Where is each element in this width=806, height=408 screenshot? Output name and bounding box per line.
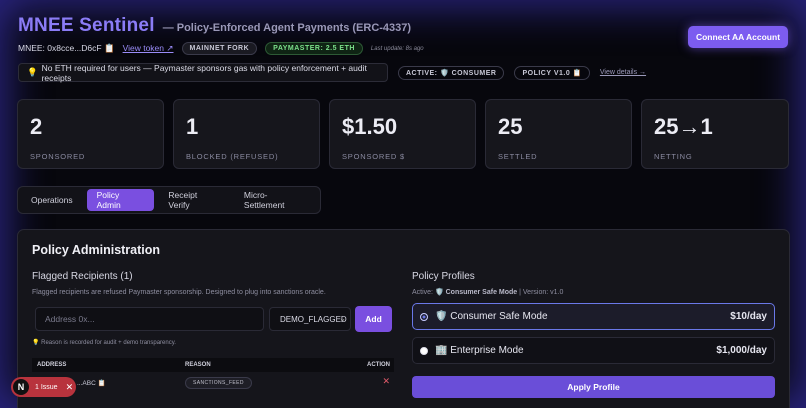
view-details-link[interactable]: View details → xyxy=(600,69,646,76)
next-logo-icon: N xyxy=(13,379,29,395)
tab-policy-admin[interactable]: Policy Admin xyxy=(86,189,155,211)
lightbulb-icon: 💡 xyxy=(27,67,38,77)
profile-name: 🏢 Enterprise Mode xyxy=(435,345,524,356)
issue-count: 1 Issue xyxy=(35,383,58,391)
stat-label: NETTING xyxy=(654,152,693,161)
stat-netting: 25→1 NETTING xyxy=(641,99,789,169)
radio-selected[interactable] xyxy=(420,312,428,321)
tab-operations[interactable]: Operations xyxy=(21,189,83,211)
info-banner: 💡 No ETH required for users — Paymaster … xyxy=(18,62,388,83)
policy-version-badge: POLICY V1.0 📋 xyxy=(514,65,590,80)
col-address: ADDRESS xyxy=(37,362,67,368)
main-tabs: Operations Policy Admin Receipt Verify M… xyxy=(17,186,321,214)
token-address: MNEE: 0x8cce...D6cF 📋 xyxy=(18,43,115,53)
apply-profile-button[interactable]: Apply Profile xyxy=(412,376,775,398)
active-profile-badge: ACTIVE: 🛡️ CONSUMER xyxy=(398,65,505,80)
status-row: 💡 No ETH required for users — Paymaster … xyxy=(18,62,646,83)
address-input[interactable] xyxy=(35,307,264,331)
copy-icon[interactable]: 📋 xyxy=(104,43,115,53)
stat-label: SETTLED xyxy=(498,152,538,161)
profile-enterprise-mode[interactable]: 🏢 Enterprise Mode $1,000/day xyxy=(412,337,775,364)
profile-name: 🛡️ Consumer Safe Mode xyxy=(435,311,548,322)
stat-label: BLOCKED (REFUSED) xyxy=(186,152,279,161)
reason-select-value: DEMO_FLAGGED xyxy=(280,314,347,324)
stat-value: 25→1 xyxy=(654,114,713,139)
stat-sponsored: 2 SPONSORED xyxy=(17,99,164,169)
reason-select[interactable]: DEMO_FLAGGED ⌄ xyxy=(269,307,351,331)
profile-consumer-safe-mode[interactable]: 🛡️ Consumer Safe Mode $10/day xyxy=(412,303,775,330)
stat-label: SPONSORED $ xyxy=(342,152,405,161)
stat-value: 2 xyxy=(30,114,43,139)
policy-profiles-title: Policy Profiles xyxy=(412,271,475,282)
panel-title: Policy Administration xyxy=(32,243,161,257)
stat-value: 25 xyxy=(498,114,523,139)
table-row: ...ABC 📋 SANCTIONS_FEED ✕ xyxy=(32,374,394,392)
col-reason: REASON xyxy=(185,362,211,368)
policy-admin-panel: Policy Administration Flagged Recipients… xyxy=(17,229,790,408)
tab-receipt-verify[interactable]: Receipt Verify xyxy=(158,189,230,211)
profile-limit: $10/day xyxy=(730,311,767,322)
token-info-row: MNEE: 0x8cce...D6cF 📋 View token ↗ MAINN… xyxy=(18,42,424,55)
chevron-down-icon: ⌄ xyxy=(339,314,346,323)
stat-value: $1.50 xyxy=(342,114,398,139)
remove-icon[interactable]: ✕ xyxy=(382,376,390,387)
info-text: No ETH required for users — Paymaster sp… xyxy=(41,62,367,83)
stat-sponsored-usd: $1.50 SPONSORED $ xyxy=(329,99,476,169)
last-update: Last update: 8s ago xyxy=(370,45,424,52)
network-badge: MAINNET FORK xyxy=(181,42,258,55)
app-title: MNEE Sentinel xyxy=(18,15,155,36)
profiles-active-line: Active: 🛡️ Consumer Safe Mode | Version:… xyxy=(412,289,564,296)
paymaster-badge: PAYMASTER: 2.5 ETH xyxy=(265,42,363,55)
close-icon[interactable]: ✕ xyxy=(66,382,74,393)
header-title-row: MNEE Sentinel — Policy-Enforced Agent Pa… xyxy=(18,15,411,37)
tab-micro-settlement[interactable]: Micro-Settlement xyxy=(234,189,317,211)
add-recipient-button[interactable]: Add xyxy=(355,306,392,332)
connect-aa-account-button[interactable]: Connect AA Account xyxy=(688,26,788,48)
issue-badge[interactable]: N 1 Issue ✕ xyxy=(11,377,76,397)
col-action: ACTION xyxy=(367,362,390,368)
row-reason-badge: SANCTIONS_FEED xyxy=(185,377,252,389)
flagged-recipients-title: Flagged Recipients (1) xyxy=(32,271,133,282)
stat-label: SPONSORED xyxy=(30,152,86,161)
audit-note: 💡 Reason is recorded for audit + demo tr… xyxy=(32,340,176,346)
row-address: ...ABC 📋 xyxy=(77,380,106,387)
view-token-link[interactable]: View token ↗ xyxy=(123,43,174,54)
stat-value: 1 xyxy=(186,114,199,139)
radio-unselected[interactable] xyxy=(420,346,428,355)
flagged-description: Flagged recipients are refused Paymaster… xyxy=(32,289,326,296)
flagged-table-header: ADDRESS REASON ACTION xyxy=(32,358,394,372)
app-subtitle: — Policy-Enforced Agent Payments (ERC-43… xyxy=(162,22,412,34)
profile-limit: $1,000/day xyxy=(716,345,767,356)
stat-settled: 25 SETTLED xyxy=(485,99,632,169)
stat-blocked: 1 BLOCKED (REFUSED) xyxy=(173,99,320,169)
stats-row: 2 SPONSORED 1 BLOCKED (REFUSED) $1.50 SP… xyxy=(17,99,789,169)
